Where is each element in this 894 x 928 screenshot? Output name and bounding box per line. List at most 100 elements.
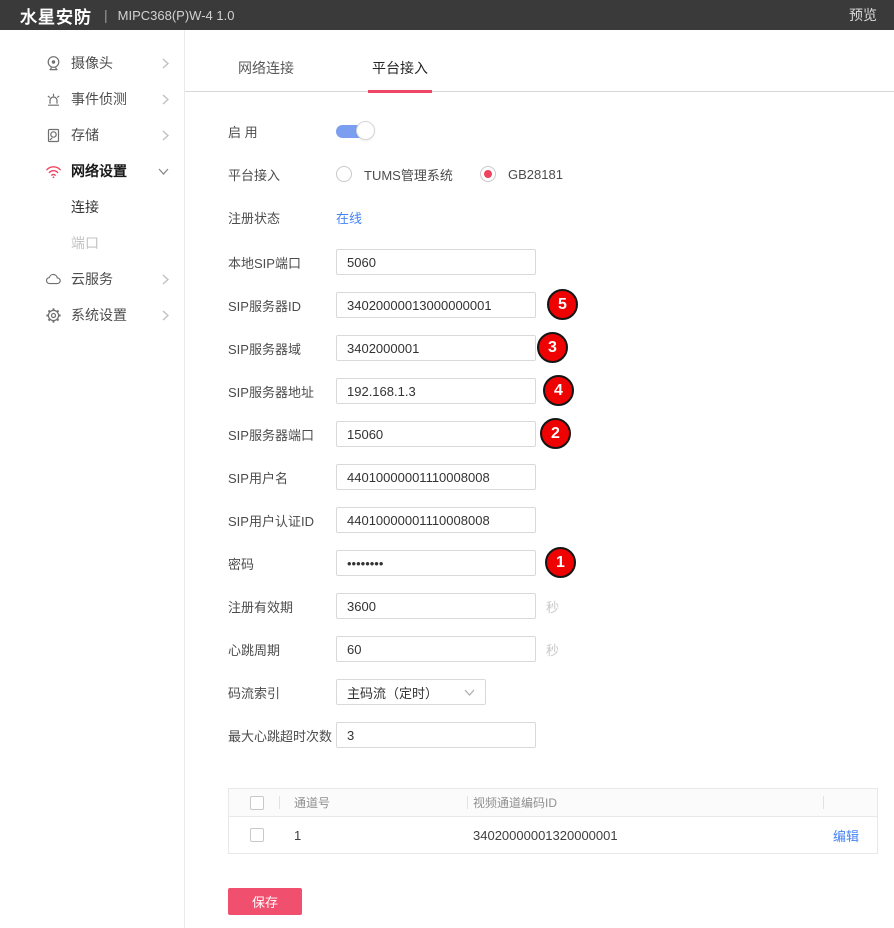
sidebar-item-network-settings[interactable]: 网络设置: [0, 153, 184, 189]
table-row: 1 34020000001320000001 编辑: [229, 817, 877, 853]
field-label: 注册有效期: [228, 597, 336, 616]
select-all-checkbox[interactable]: [250, 796, 264, 810]
action-column-header: [823, 789, 877, 816]
row-checkbox-cell: [229, 828, 279, 842]
sidebar-item-camera[interactable]: 摄像头: [0, 45, 184, 81]
alarm-icon: [45, 91, 62, 108]
platform-access-form: 启 用 平台接入 TUMS管理系统 GB28181: [185, 92, 894, 915]
annotation-badge-4: 4: [543, 375, 574, 406]
radio-label: GB28181: [508, 167, 563, 182]
sidebar-item-storage[interactable]: 存储: [0, 117, 184, 153]
sip-server-port-input[interactable]: [336, 421, 536, 447]
sidebar-item-event-detection[interactable]: 事件侦测: [0, 81, 184, 117]
seconds-unit: 秒: [546, 597, 559, 616]
row-checkbox[interactable]: [250, 828, 264, 842]
encode-id-cell: 34020000001320000001: [467, 828, 823, 843]
field-label: SIP服务器端口: [228, 425, 336, 444]
sip-server-domain-input[interactable]: [336, 335, 536, 361]
field-row-sip-server-id: SIP服务器ID 5: [228, 292, 878, 318]
sidebar: 摄像头 事件侦测 存储: [0, 30, 185, 928]
field-row-sip-server-port: SIP服务器端口 2: [228, 421, 878, 447]
brand-block: 水星安防 | MIPC368(P)W-4 1.0: [20, 3, 234, 28]
password-input[interactable]: [336, 550, 536, 576]
local-sip-port-input[interactable]: [336, 249, 536, 275]
chevron-right-icon: [162, 274, 169, 285]
sidebar-item-system-settings[interactable]: 系统设置: [0, 297, 184, 333]
sip-username-input[interactable]: [336, 464, 536, 490]
field-row-local-sip-port: 本地SIP端口: [228, 249, 878, 275]
enable-toggle[interactable]: [336, 121, 376, 141]
field-row-register-validity: 注册有效期 秒: [228, 593, 878, 619]
register-status-row: 注册状态 在线: [228, 204, 878, 230]
field-label: 最大心跳超时次数: [228, 726, 336, 745]
wifi-icon: [45, 163, 62, 180]
brand-logo: 水星安防: [20, 3, 92, 28]
sip-auth-id-input[interactable]: [336, 507, 536, 533]
field-row-max-heartbeat-timeout: 最大心跳超时次数: [228, 722, 878, 748]
channel-table: 通道号 视频通道编码ID 1 34020000001320000001 编辑: [228, 788, 878, 854]
field-label: 码流索引: [228, 683, 336, 702]
field-label: SIP服务器地址: [228, 382, 336, 401]
chevron-right-icon: [162, 130, 169, 141]
toggle-knob: [356, 121, 375, 140]
stream-index-select[interactable]: 主码流（定时）: [336, 679, 486, 705]
gear-icon: [45, 307, 62, 324]
sip-server-address-input[interactable]: [336, 378, 536, 404]
sidebar-item-label: 系统设置: [71, 305, 162, 325]
encode-id-column-header: 视频通道编码ID: [467, 789, 823, 816]
sidebar-subitem-label: 端口: [71, 233, 99, 253]
register-status-value[interactable]: 在线: [336, 208, 362, 227]
field-label: SIP服务器域: [228, 339, 336, 358]
chevron-down-icon: [158, 168, 169, 175]
register-status-label: 注册状态: [228, 208, 336, 227]
top-bar: 水星安防 | MIPC368(P)W-4 1.0 预览: [0, 0, 894, 30]
chevron-right-icon: [162, 58, 169, 69]
field-row-password: 密码 1: [228, 550, 878, 576]
radio-circle: [336, 166, 352, 182]
sidebar-subitem-label: 连接: [71, 197, 99, 217]
field-row-sip-username: SIP用户名: [228, 464, 878, 490]
radio-circle: [480, 166, 496, 182]
sidebar-item-label: 网络设置: [71, 161, 158, 181]
annotation-badge-1: 1: [545, 547, 576, 578]
sidebar-item-cloud-service[interactable]: 云服务: [0, 261, 184, 297]
tab-bar: 网络连接 平台接入: [185, 30, 894, 92]
preview-link[interactable]: 预览: [849, 5, 877, 25]
field-label: 密码: [228, 554, 336, 573]
field-label: SIP用户名: [228, 468, 336, 487]
sidebar-subitem-port[interactable]: 端口: [0, 225, 184, 261]
field-row-sip-auth-id: SIP用户认证ID: [228, 507, 878, 533]
channel-column-header: 通道号: [279, 789, 467, 816]
tab-network-connection[interactable]: 网络连接: [238, 58, 294, 91]
heartbeat-period-input[interactable]: [336, 636, 536, 662]
radio-tums[interactable]: TUMS管理系统: [336, 165, 460, 184]
field-row-sip-server-domain: SIP服务器域 3: [228, 335, 878, 361]
save-button[interactable]: 保存: [228, 888, 302, 915]
sip-server-id-input[interactable]: [336, 292, 536, 318]
register-validity-input[interactable]: [336, 593, 536, 619]
radio-gb28181[interactable]: GB28181: [480, 166, 563, 182]
device-model: MIPC368(P)W-4 1.0: [118, 8, 235, 23]
field-label: 心跳周期: [228, 640, 336, 659]
tab-platform-access[interactable]: 平台接入: [372, 58, 428, 91]
field-row-heartbeat-period: 心跳周期 秒: [228, 636, 878, 662]
storage-icon: [45, 127, 62, 144]
annotation-badge-3: 3: [537, 332, 568, 363]
platform-type-row: 平台接入 TUMS管理系统 GB28181: [228, 161, 878, 187]
sidebar-subitem-connection[interactable]: 连接: [0, 189, 184, 225]
camera-icon: [45, 55, 62, 72]
sidebar-item-label: 存储: [71, 125, 162, 145]
sidebar-item-label: 云服务: [71, 269, 162, 289]
field-row-stream-index: 码流索引 主码流（定时）: [228, 679, 878, 705]
edit-link[interactable]: 编辑: [833, 829, 859, 844]
sidebar-item-label: 事件侦测: [71, 89, 162, 109]
select-all-cell: [229, 789, 279, 816]
max-heartbeat-timeout-input[interactable]: [336, 722, 536, 748]
brand-separator: |: [104, 7, 108, 23]
annotation-badge-5: 5: [547, 289, 578, 320]
channel-number-cell: 1: [279, 828, 467, 843]
field-label: SIP服务器ID: [228, 296, 336, 315]
sidebar-item-label: 摄像头: [71, 53, 162, 73]
field-label: 本地SIP端口: [228, 253, 336, 272]
chevron-right-icon: [162, 310, 169, 321]
